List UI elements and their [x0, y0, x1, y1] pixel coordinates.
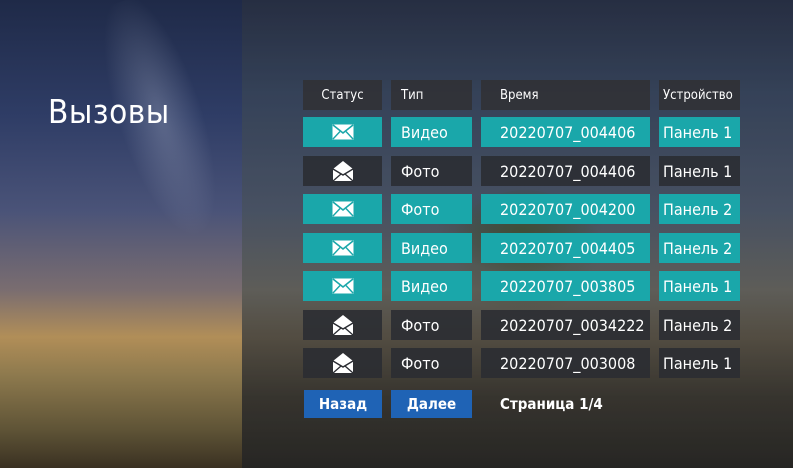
- header-time: Время: [481, 80, 650, 110]
- page-title: Вызовы: [48, 92, 170, 131]
- row-device-cell[interactable]: Панель 1: [659, 117, 740, 147]
- row-device-cell[interactable]: Панель 1: [659, 348, 740, 378]
- row-status-cell[interactable]: [303, 156, 382, 186]
- header-device: Устройство: [659, 80, 740, 110]
- row-type-cell[interactable]: Видео: [391, 117, 472, 147]
- row-status-cell[interactable]: [303, 117, 382, 147]
- row-time-cell[interactable]: 20220707_003805: [481, 271, 650, 301]
- row-device-cell[interactable]: Панель 2: [659, 194, 740, 224]
- row-status-cell[interactable]: [303, 348, 382, 378]
- envelope-open-icon: [303, 348, 382, 378]
- header-type: Тип: [391, 80, 472, 110]
- page-indicator: Страница 1/4: [500, 395, 603, 413]
- envelope-closed-icon: [303, 194, 382, 224]
- row-device-cell[interactable]: Панель 1: [659, 156, 740, 186]
- envelope-open-icon: [303, 310, 382, 340]
- row-time-cell[interactable]: 20220707_004200: [481, 194, 650, 224]
- row-time-cell[interactable]: 20220707_004406: [481, 117, 650, 147]
- envelope-closed-icon: [303, 233, 382, 263]
- next-button[interactable]: Далее: [391, 390, 472, 418]
- envelope-open-icon: [303, 156, 382, 186]
- row-time-cell[interactable]: 20220707_004405: [481, 233, 650, 263]
- row-time-cell[interactable]: 20220707_004406: [481, 156, 650, 186]
- row-status-cell[interactable]: [303, 194, 382, 224]
- envelope-closed-icon: [303, 117, 382, 147]
- row-type-cell[interactable]: Фото: [391, 194, 472, 224]
- row-device-cell[interactable]: Панель 2: [659, 233, 740, 263]
- row-type-cell[interactable]: Фото: [391, 156, 472, 186]
- row-type-cell[interactable]: Фото: [391, 310, 472, 340]
- row-status-cell[interactable]: [303, 233, 382, 263]
- envelope-closed-icon: [303, 271, 382, 301]
- row-status-cell[interactable]: [303, 310, 382, 340]
- header-status: Статус: [303, 80, 382, 110]
- row-type-cell[interactable]: Видео: [391, 233, 472, 263]
- row-time-cell[interactable]: 20220707_003008: [481, 348, 650, 378]
- row-type-cell[interactable]: Видео: [391, 271, 472, 301]
- row-status-cell[interactable]: [303, 271, 382, 301]
- back-button[interactable]: Назад: [304, 390, 382, 418]
- row-device-cell[interactable]: Панель 2: [659, 310, 740, 340]
- row-type-cell[interactable]: Фото: [391, 348, 472, 378]
- row-time-cell[interactable]: 20220707_0034222: [481, 310, 650, 340]
- row-device-cell[interactable]: Панель 1: [659, 271, 740, 301]
